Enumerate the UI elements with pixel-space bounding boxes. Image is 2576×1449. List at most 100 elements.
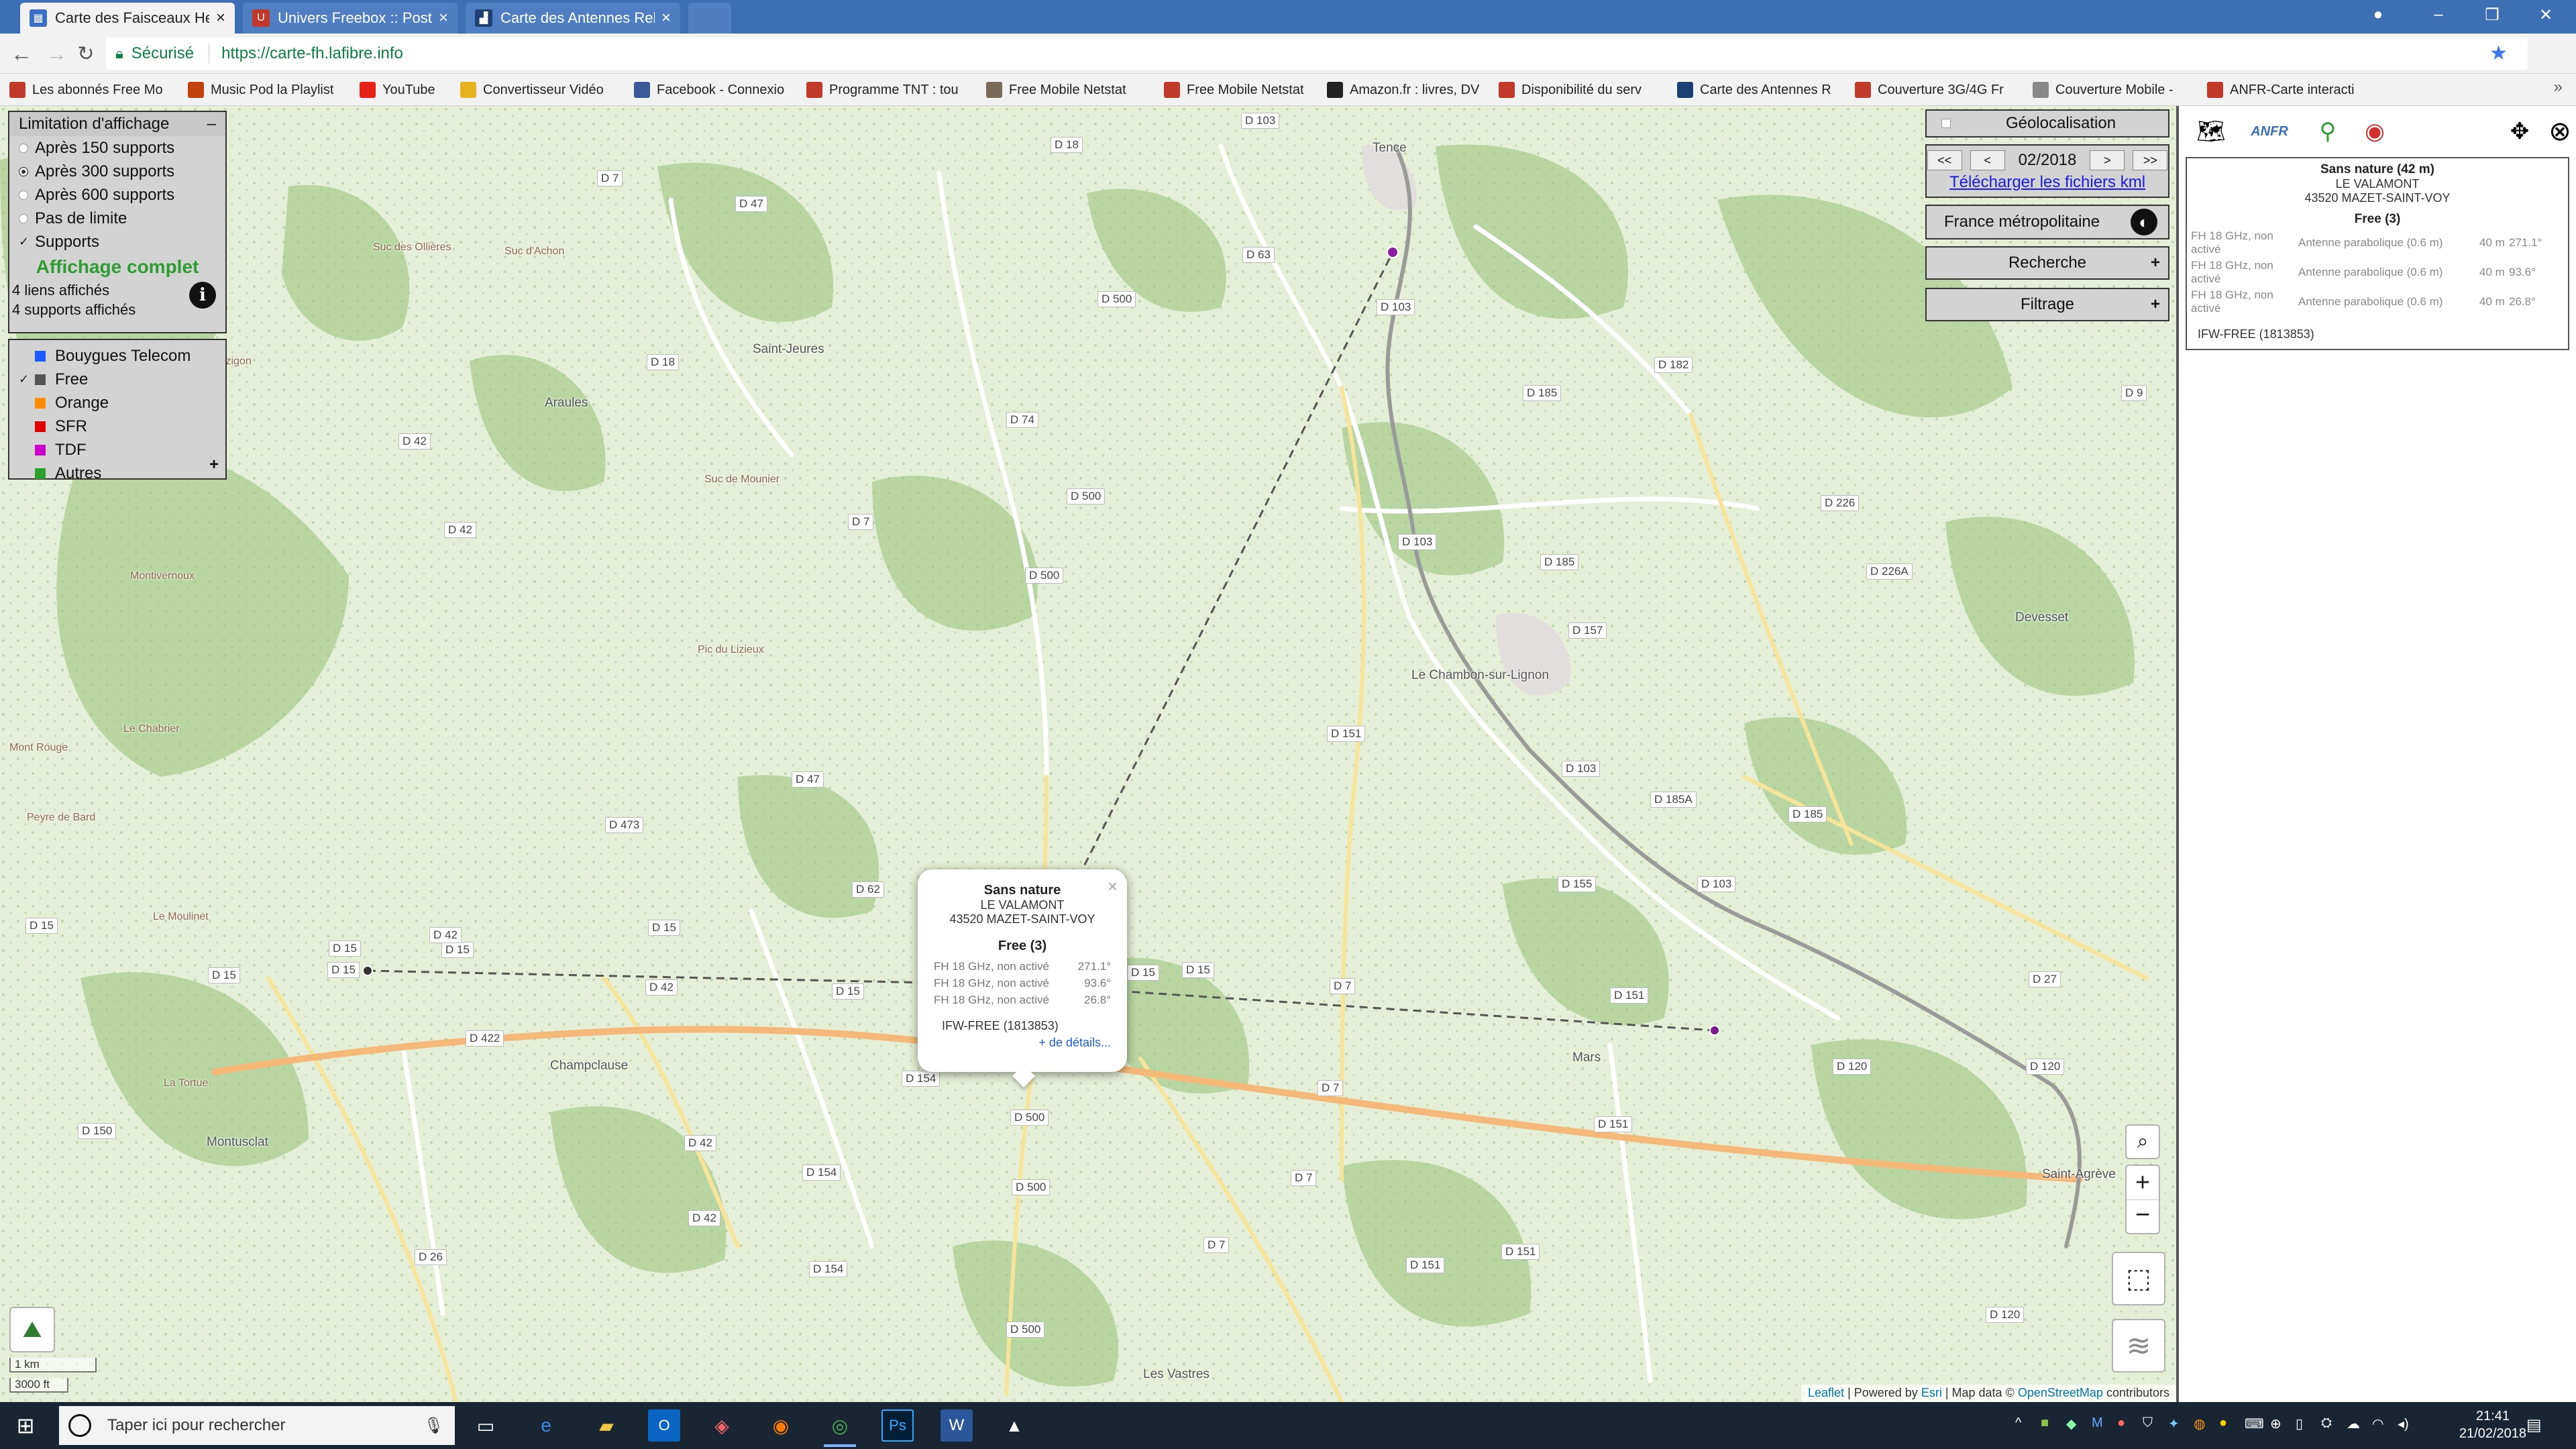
radio-button[interactable] xyxy=(19,166,28,176)
search-section[interactable]: Recherche + xyxy=(1925,246,2169,280)
system-clock[interactable]: 21:41 21/02/2018 xyxy=(2459,1407,2526,1442)
close-tab-icon[interactable]: × xyxy=(661,9,671,28)
close-tab-icon[interactable]: × xyxy=(216,9,225,28)
edge-icon[interactable]: e xyxy=(530,1409,562,1442)
operator-autres[interactable]: Autres xyxy=(9,462,225,485)
operator-orange[interactable]: Orange xyxy=(9,391,225,415)
download-kml-link[interactable]: Télécharger les fichiers kml xyxy=(1949,173,2145,192)
map-search-icon[interactable]: ⌕ xyxy=(2125,1124,2160,1159)
tab-carte-faisceaux[interactable]: ▦ Carte des Faisceaux Hert × xyxy=(20,3,235,34)
minimize-icon[interactable]: – xyxy=(2415,0,2462,30)
new-tab-button[interactable] xyxy=(688,3,731,34)
zoom-in-button[interactable]: + xyxy=(2135,1166,2150,1199)
operator-checkbox[interactable]: ✓ xyxy=(19,372,35,386)
operator-tdf[interactable]: TDF xyxy=(9,438,225,462)
operator-bouygues-telecom[interactable]: Bouygues Telecom xyxy=(9,344,225,368)
limitation-header[interactable]: Limitation d'affichage – xyxy=(9,112,225,136)
close-tab-icon[interactable]: × xyxy=(439,9,448,28)
operator-sfr[interactable]: SFR xyxy=(9,415,225,438)
bookmark-item[interactable]: Couverture Mobile - xyxy=(2033,79,2198,101)
expand-operators-icon[interactable]: + xyxy=(209,455,219,474)
esri-link[interactable]: Esri xyxy=(1921,1386,1942,1399)
bookmark-item[interactable]: Couverture 3G/4G Fr xyxy=(1855,79,2024,101)
reload-icon[interactable]: ↻ xyxy=(71,39,101,68)
file-explorer-icon[interactable]: ▰ xyxy=(590,1409,623,1442)
taskbar-search[interactable]: Taper ici pour rechercher 🎙︎ xyxy=(59,1406,455,1445)
bookmark-item[interactable]: Music Pod la Playlist xyxy=(188,79,350,101)
task-view-icon[interactable]: ▭ xyxy=(470,1409,502,1442)
bookmark-item[interactable]: Programme TNT : tou xyxy=(806,79,977,101)
expand-search-icon[interactable]: + xyxy=(2151,254,2160,272)
region-selector[interactable]: France métropolitaine ◐ xyxy=(1925,205,2169,239)
tray-app-icon[interactable]: ⛭ xyxy=(2321,1415,2340,1434)
center-map-icon[interactable]: ✥ xyxy=(2501,113,2538,150)
osm-link[interactable]: OpenStreetMap xyxy=(2018,1386,2103,1399)
tray-app-icon[interactable]: ◍ xyxy=(2194,1415,2212,1434)
tray-app-icon[interactable]: ◆ xyxy=(2066,1415,2085,1434)
game-icon[interactable]: ◈ xyxy=(706,1409,738,1442)
forward-icon[interactable]: → xyxy=(42,39,71,68)
google-maps-icon[interactable]: ◉ xyxy=(2356,113,2394,150)
fullscreen-icon[interactable]: ⬚ xyxy=(2112,1252,2165,1305)
microphone-icon[interactable]: 🎙︎ xyxy=(424,1416,444,1436)
next-date-button[interactable]: > xyxy=(2090,150,2125,170)
firefox-icon[interactable]: ◉ xyxy=(765,1409,797,1442)
limit-option[interactable]: Après 600 supports xyxy=(9,183,225,207)
bookmark-item[interactable]: ANFR-Carte interacti xyxy=(2207,79,2376,101)
photoshop-icon[interactable]: Ps xyxy=(881,1409,914,1442)
zoom-out-button[interactable]: − xyxy=(2127,1199,2159,1233)
more-bookmarks-icon[interactable]: » xyxy=(2554,78,2563,97)
word-icon[interactable]: W xyxy=(941,1409,973,1442)
close-window-icon[interactable]: ✕ xyxy=(2522,0,2569,30)
notifications-icon[interactable]: ▤ xyxy=(2526,1415,2545,1434)
tab-univers-freebox[interactable]: U Univers Freebox :: Poster × xyxy=(243,3,458,34)
bookmark-item[interactable]: Free Mobile Netstat xyxy=(1164,79,1318,101)
street-view-icon[interactable]: 🗺︎ xyxy=(2192,113,2230,150)
profile-icon[interactable]: ● xyxy=(2355,0,2402,30)
support-marker[interactable] xyxy=(362,965,373,976)
radio-button[interactable] xyxy=(19,213,28,223)
tray-app-icon[interactable]: ⊕ xyxy=(2270,1415,2289,1434)
bookmark-item[interactable]: Free Mobile Netstat xyxy=(986,79,1155,101)
limit-option[interactable]: Après 150 supports xyxy=(9,136,225,160)
bookmark-item[interactable]: Carte des Antennes R xyxy=(1677,79,1845,101)
map-canvas[interactable]: D 103 D 18 D 7 D 47 D 63 D 500 D 103 D 185 D 182… xyxy=(0,106,2176,1402)
filter-section[interactable]: Filtrage + xyxy=(1925,288,2169,321)
layers-icon[interactable]: ≋ xyxy=(2112,1319,2165,1373)
prev-date-button[interactable]: < xyxy=(1970,150,2005,170)
tray-chevron-icon[interactable]: ^ xyxy=(2015,1415,2034,1434)
tab-carte-antennes[interactable]: ▟ Carte des Antennes Rela × xyxy=(466,3,680,34)
volume-icon[interactable]: ◂) xyxy=(2398,1415,2416,1434)
operator-free[interactable]: ✓ Free xyxy=(9,368,225,391)
close-pane-icon[interactable]: ⊗ xyxy=(2541,113,2576,150)
support-marker[interactable] xyxy=(1387,246,1399,258)
bookmark-item[interactable]: Facebook - Connexio xyxy=(634,79,797,101)
anfr-icon[interactable]: ANFR xyxy=(2239,113,2300,150)
elevation-profile-icon[interactable]: ⛰ xyxy=(9,1307,55,1352)
first-date-button[interactable]: << xyxy=(1927,150,1962,170)
support-marker[interactable] xyxy=(1709,1025,1720,1036)
chrome-icon[interactable]: ◎ xyxy=(824,1409,856,1447)
back-icon[interactable]: ← xyxy=(7,39,36,68)
address-bar[interactable]: 🔒︎ Sécurisé https://carte-fh.lafibre.inf… xyxy=(106,38,2528,70)
geolocation-checkbox[interactable] xyxy=(1941,119,1951,128)
tray-app-icon[interactable]: ■ xyxy=(2041,1415,2059,1434)
limit-option[interactable]: Après 300 supports xyxy=(9,160,225,183)
last-date-button[interactable]: >> xyxy=(2133,150,2168,170)
bookmark-item[interactable]: YouTube xyxy=(360,79,451,101)
bookmark-item[interactable]: Convertisseur Vidéo xyxy=(460,79,625,101)
onedrive-icon[interactable]: ☁ xyxy=(2347,1415,2365,1434)
outlook-icon[interactable]: O xyxy=(648,1409,680,1442)
close-popup-icon[interactable]: × xyxy=(1108,876,1118,897)
leaflet-link[interactable]: Leaflet xyxy=(1808,1386,1844,1399)
wifi-icon[interactable]: ◠ xyxy=(2372,1415,2391,1434)
tray-app-icon[interactable]: ● xyxy=(2219,1415,2238,1434)
restore-icon[interactable]: ❐ xyxy=(2469,0,2516,30)
bookmark-star-icon[interactable]: ★ xyxy=(2489,42,2508,65)
tray-app-icon[interactable]: ▯ xyxy=(2296,1415,2314,1434)
expand-filter-icon[interactable]: + xyxy=(2151,295,2160,314)
limit-option[interactable]: Pas de limite xyxy=(9,207,225,230)
tray-app-icon[interactable]: ● xyxy=(2117,1415,2136,1434)
more-details-link[interactable]: + de détails... xyxy=(918,1036,1127,1050)
info-icon[interactable]: i xyxy=(189,282,216,309)
